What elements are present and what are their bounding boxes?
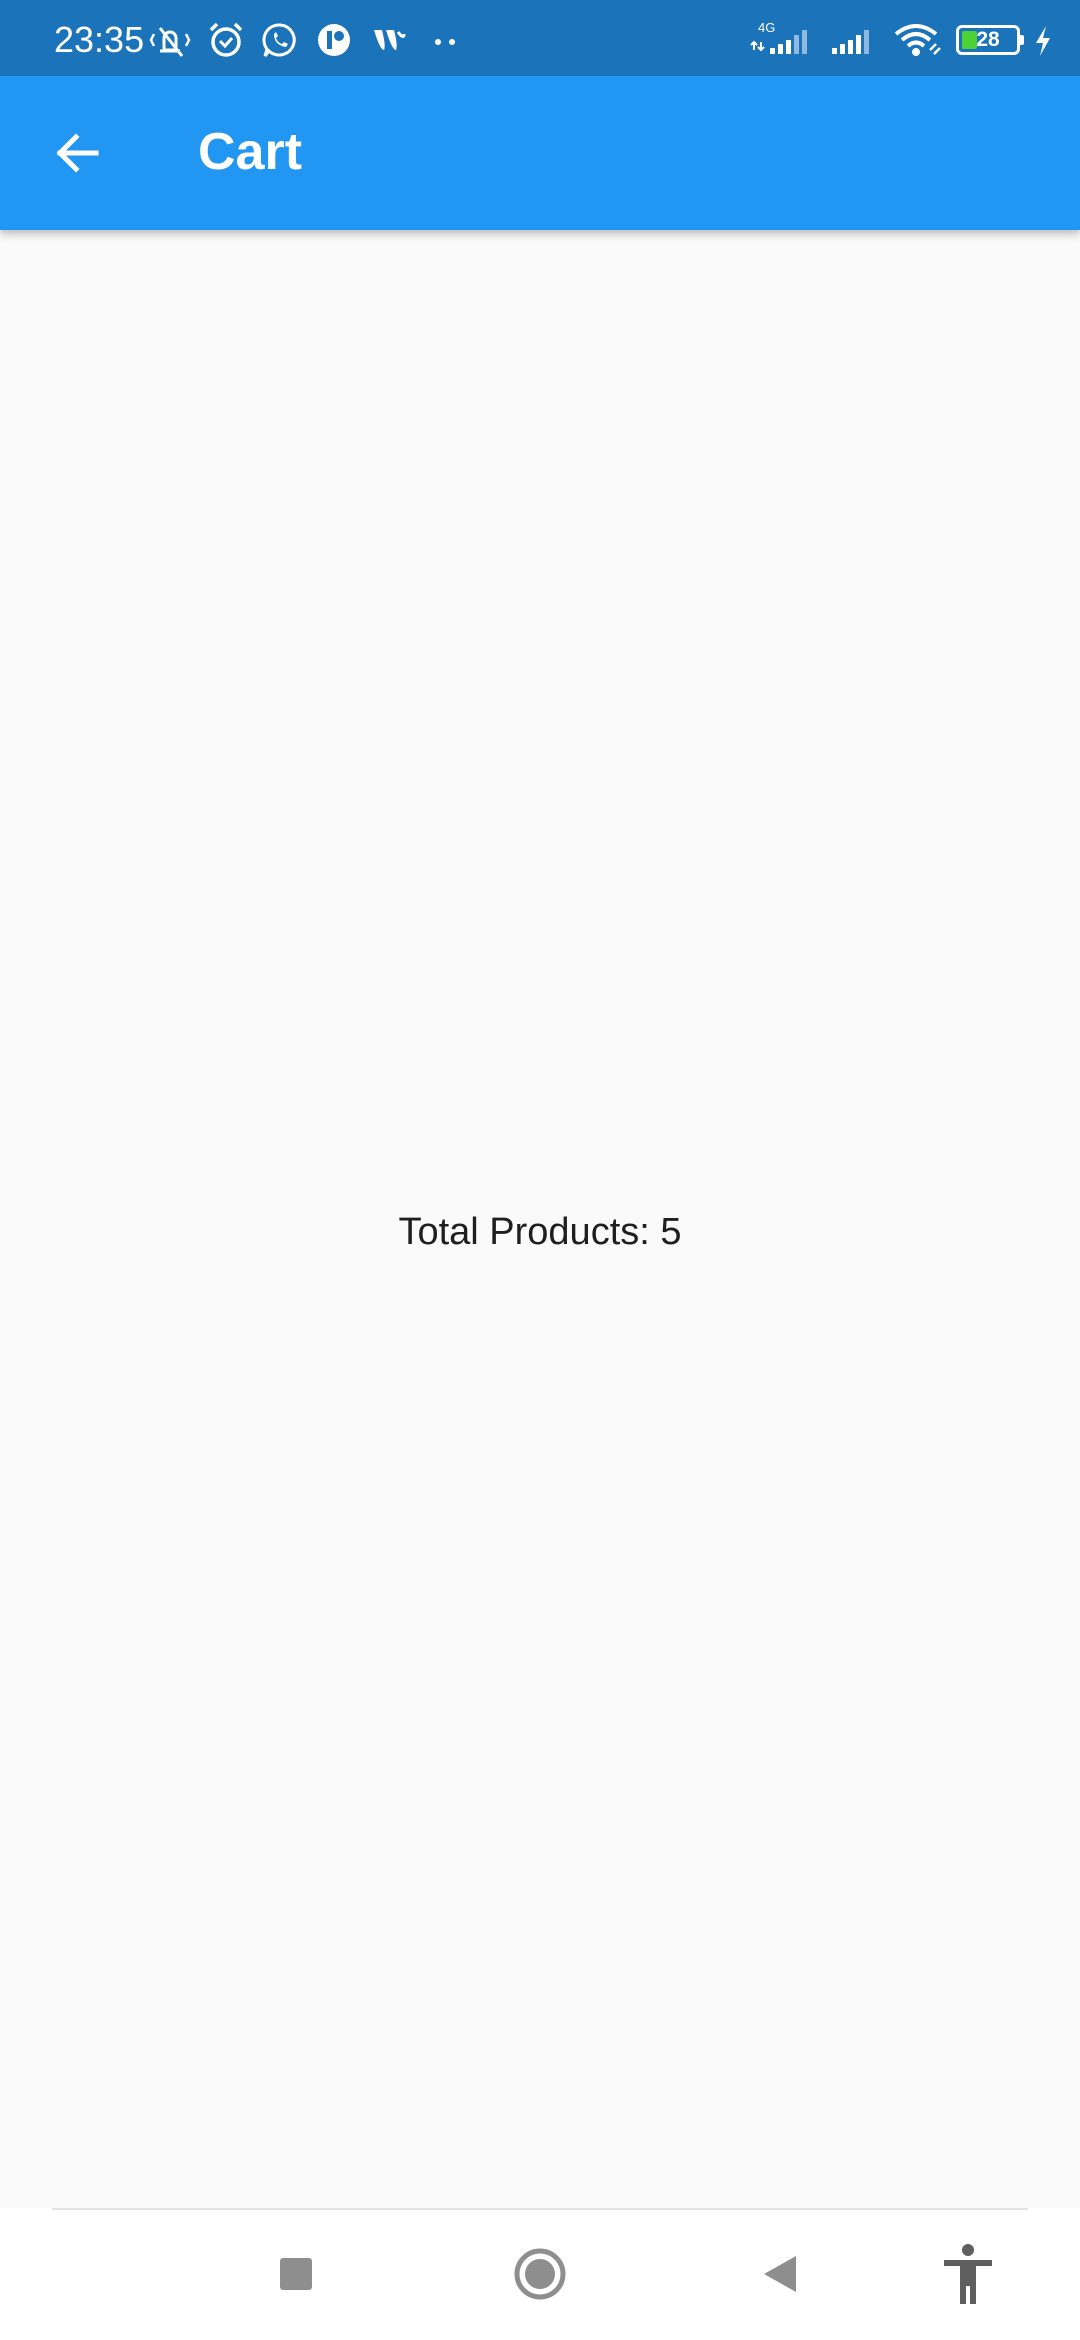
charging-icon xyxy=(1036,26,1050,56)
whatsapp-icon xyxy=(262,23,296,57)
status-notification-icons xyxy=(148,18,464,62)
page-title: Cart xyxy=(198,123,303,181)
app-bar: Cart xyxy=(0,76,1080,230)
system-navigation-bar xyxy=(0,2208,1080,2340)
network-type-label: 4G xyxy=(758,20,775,35)
app-notification-icon xyxy=(318,24,350,56)
alarm-icon xyxy=(209,22,243,57)
back-nav-button[interactable] xyxy=(730,2228,830,2320)
signal-icon xyxy=(832,30,869,54)
total-products-text: Total Products: 5 xyxy=(398,1210,682,1253)
arrow-back-icon xyxy=(56,133,99,173)
triangle-back-icon xyxy=(764,2256,796,2292)
status-bar: 23:35 4G 28 xyxy=(0,0,1080,76)
recent-apps-button[interactable] xyxy=(246,2228,346,2320)
status-system-icons: 4G 28 xyxy=(750,18,1054,62)
circle-home-icon xyxy=(514,2248,566,2300)
accessibility-icon xyxy=(944,2244,992,2304)
signal-4g-icon: 4G xyxy=(750,20,807,54)
status-time: 23:35 xyxy=(54,19,145,60)
vibrate-silent-icon xyxy=(149,27,191,57)
wifi-icon xyxy=(894,24,941,56)
battery-level-fill xyxy=(962,31,977,49)
nav-divider xyxy=(52,2208,1028,2210)
home-button[interactable] xyxy=(490,2228,590,2320)
more-dots-icon xyxy=(435,39,455,45)
battery-icon: 28 xyxy=(956,25,1024,55)
battery-tip xyxy=(1020,35,1024,45)
battery-level-text: 28 xyxy=(976,28,1000,51)
cart-content: Total Products: 5 xyxy=(0,230,1080,2208)
accessibility-button[interactable] xyxy=(918,2228,1018,2320)
square-icon xyxy=(280,2258,312,2290)
back-button[interactable] xyxy=(34,110,120,196)
wireless-icon xyxy=(374,30,406,50)
